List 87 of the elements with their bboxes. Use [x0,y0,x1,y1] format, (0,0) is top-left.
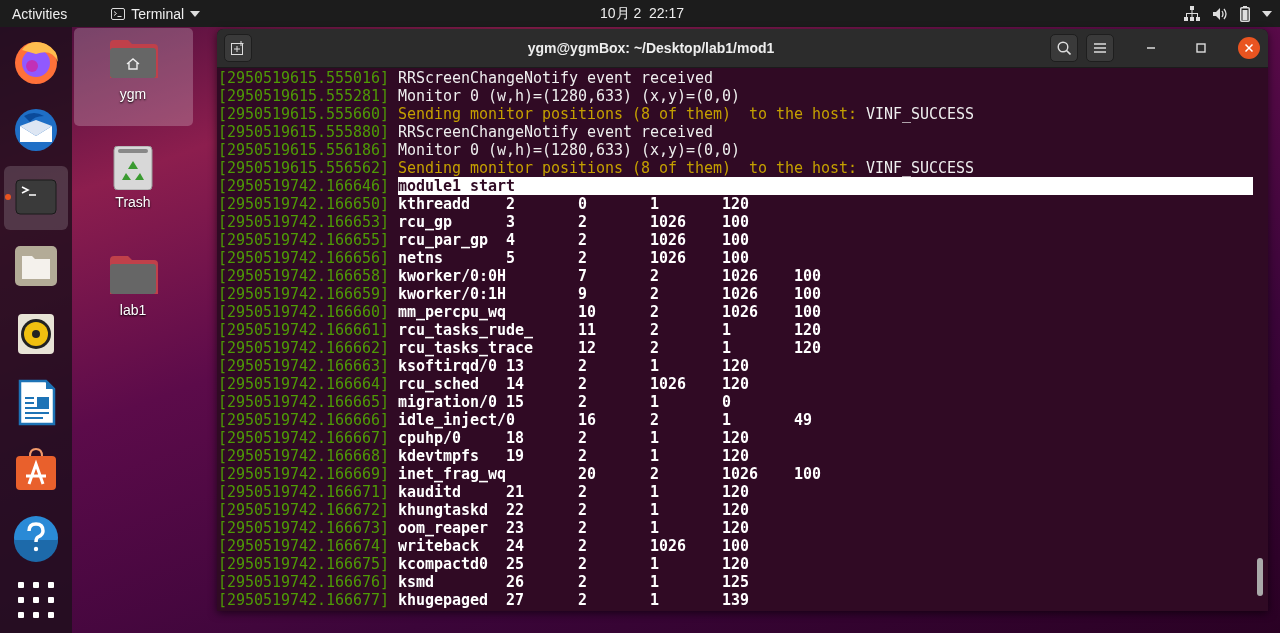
log-message: Sending monitor positions (8 of them) to the host: [398,159,858,177]
log-message: writeback 24 2 1026 100 [398,537,750,555]
search-button[interactable] [1050,34,1078,62]
log-message: idle_inject/0 16 2 1 49 [398,411,813,429]
scrollbar-thumb[interactable] [1257,558,1263,596]
volume-icon[interactable] [1212,6,1228,21]
help-icon [12,514,60,562]
log-timestamp: [2950519742.166666] [218,411,389,429]
window-title: ygm@ygmBox: ~/Desktop/lab1/mod1 [526,40,776,56]
log-timestamp: [2950519615.555281] [218,87,389,105]
maximize-icon [1196,43,1206,53]
log-timestamp: [2950519742.166659] [218,285,389,303]
bird-envelope-icon [12,106,60,154]
log-timestamp: [2950519742.166653] [218,213,389,231]
log-message: kauditd 21 2 1 120 [398,483,750,501]
log-message: rcu_gp 3 2 1026 100 [398,213,750,231]
new-tab-button[interactable] [224,34,252,62]
log-message: kthreadd 2 0 1 120 [398,195,750,213]
menu-icon [1094,43,1106,53]
desktop-icon[interactable]: Trash [73,136,193,234]
log-timestamp: [2950519742.166671] [218,483,389,501]
log-timestamp: [2950519742.166672] [218,501,389,519]
log-message: kworker/0:0H 7 2 1026 100 [398,267,822,285]
log-timestamp: [2950519742.166669] [218,465,389,483]
activities-button[interactable]: Activities [12,5,68,22]
battery-icon[interactable] [1240,5,1250,22]
log-timestamp: [2950519742.166664] [218,375,389,393]
desktop-icon[interactable]: ygm [73,28,193,126]
log-timestamp: [2950519615.555880] [218,123,389,141]
log-message: kcompactd0 25 2 1 120 [398,555,750,573]
log-timestamp: [2950519615.556186] [218,141,389,159]
log-message: kworker/0:1H 9 2 1026 100 [398,285,822,303]
caret-icon[interactable] [1262,10,1272,17]
log-message: RRScreenChangeNotify event received [398,69,714,87]
minimize-icon [1146,47,1156,49]
log-message: VINF_SUCCESS [866,159,975,177]
log-timestamp: [2950519742.166658] [218,267,389,285]
log-timestamp: [2950519742.166650] [218,195,389,213]
log-message: netns 5 2 1026 100 [398,249,750,267]
log-timestamp: [2950519742.166656] [218,249,389,267]
log-message: Monitor 0 (w,h)=(1280,633) (x,y)=(0,0) [398,87,741,105]
log-timestamp: [2950519742.166676] [218,573,389,591]
search-icon [1057,41,1071,55]
log-message: migration/0 15 2 1 0 [398,393,732,411]
log-timestamp: [2950519742.166661] [218,321,389,339]
log-message: oom_reaper 23 2 1 120 [398,519,750,537]
log-timestamp: [2950519742.166663] [218,357,389,375]
log-timestamp: [2950519742.166662] [218,339,389,357]
terminal-icon [111,7,126,20]
caret-icon [190,10,201,17]
log-timestamp: [2950519742.166674] [218,537,389,555]
log-message: RRScreenChangeNotify event received [398,123,714,141]
log-message: rcu_tasks_trace 12 2 1 120 [398,339,822,357]
log-timestamp: [2950519742.166675] [218,555,389,573]
close-icon [1245,44,1253,52]
log-timestamp: [2950519742.166668] [218,447,389,465]
log-message: inet_frag_wq 20 2 1026 100 [398,465,822,483]
log-message: ksmd 26 2 1 125 [398,573,750,591]
log-message: ksoftirqd/0 13 2 1 120 [398,357,750,375]
app-menu[interactable]: Terminal [111,5,201,22]
log-timestamp: [2950519742.166673] [218,519,389,537]
log-message: VINF_SUCCESS [866,105,975,123]
network-icon[interactable] [1184,6,1200,21]
log-message: khugepaged 27 2 1 139 [398,591,750,609]
log-message: cpuhp/0 18 2 1 120 [398,429,750,447]
close-button[interactable] [1238,37,1260,59]
desktop-icon[interactable]: lab1 [73,244,193,342]
log-message: rcu_sched 14 2 1026 120 [398,375,750,393]
log-timestamp: [2950519615.555016] [218,69,389,87]
log-message: rcu_par_gp 4 2 1026 100 [398,231,750,249]
log-message: rcu_tasks_rude_ 11 2 1 120 [398,321,822,339]
plus-box-icon [231,41,245,55]
log-timestamp: [2950519615.555660] [218,105,389,123]
clock[interactable]: 10月 2 22:17 [599,4,685,23]
log-timestamp: [2950519742.166660] [218,303,389,321]
log-timestamp: [2950519742.166665] [218,393,389,411]
log-message: khungtaskd 22 2 1 120 [398,501,750,519]
log-message: Sending monitor positions (8 of them) to the host: [398,105,858,123]
log-timestamp: [2950519742.166677] [218,591,389,609]
log-message: mm_percpu_wq 10 2 1026 100 [398,303,822,321]
log-message: kdevtmpfs 19 2 1 120 [398,447,750,465]
log-message: Monitor 0 (w,h)=(1280,633) (x,y)=(0,0) [398,141,741,159]
log-timestamp: [2950519742.166646] [218,177,389,195]
log-timestamp: [2950519742.166655] [218,231,389,249]
log-timestamp: [2950519742.166667] [218,429,389,447]
menu-button[interactable] [1086,34,1114,62]
log-timestamp: [2950519615.556562] [218,159,389,177]
